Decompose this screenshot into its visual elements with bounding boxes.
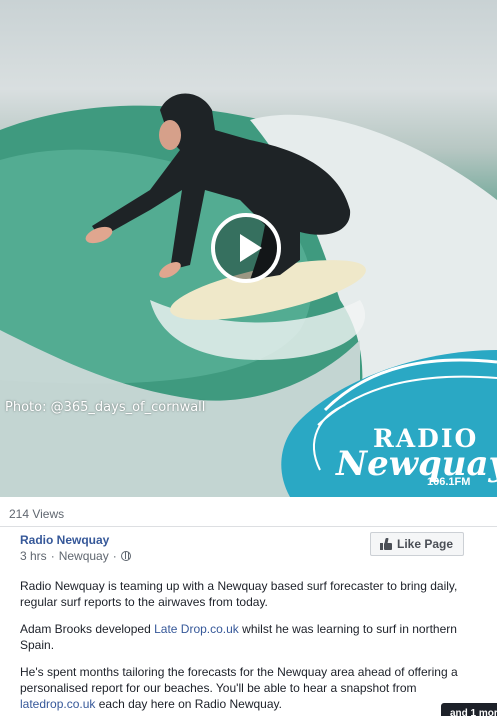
photo-credit: Photo: @365_days_of_cornwall — [5, 400, 206, 415]
video-player[interactable]: Photo: @365_days_of_cornwall RADIO Newqu… — [0, 0, 497, 497]
meta-separator: · — [112, 549, 117, 563]
logo-frequency: 106.1FM — [427, 476, 471, 488]
latedrop-link[interactable]: latedrop.co.uk — [20, 697, 95, 711]
more-tag[interactable]: and 1 more — [441, 703, 497, 716]
post-meta: 3 hrs · Newquay · — [20, 549, 131, 563]
post-time[interactable]: 3 hrs — [20, 549, 47, 563]
divider — [0, 526, 497, 527]
paragraph-text: each day here on Radio Newquay. — [95, 697, 282, 711]
paragraph-text: Adam Brooks developed — [20, 622, 155, 636]
late-drop-link[interactable]: Late Drop.co.uk — [154, 622, 239, 636]
play-icon — [240, 234, 262, 262]
post-paragraph: Adam Brooks developed Late Drop.co.uk wh… — [20, 621, 470, 653]
meta-separator: · — [50, 549, 55, 563]
play-button[interactable] — [211, 213, 281, 283]
like-page-label: Like Page — [397, 537, 454, 551]
globe-icon[interactable] — [120, 551, 131, 561]
thumbs-up-icon — [380, 538, 392, 550]
like-page-button[interactable]: Like Page — [370, 532, 464, 556]
post-paragraph: Radio Newquay is teaming up with a Newqu… — [20, 579, 458, 609]
paragraph-text: He's spent months tailoring the forecast… — [20, 665, 458, 695]
view-count: 214 Views — [9, 507, 65, 521]
post-location[interactable]: Newquay — [59, 549, 109, 563]
logo-newquay-text: Newquay — [336, 444, 497, 484]
post-paragraph: He's spent months tailoring the forecast… — [20, 664, 470, 712]
page-name-link[interactable]: Radio Newquay — [20, 533, 109, 547]
